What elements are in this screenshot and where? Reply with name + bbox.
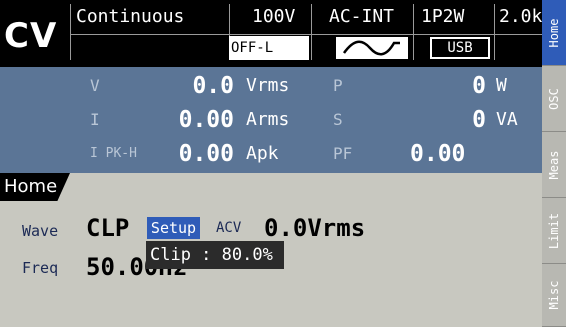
wave-value[interactable]: CLP — [86, 214, 129, 242]
home-content: Wave CLP Setup ACV 0.0Vrms Freq 50.00Hz … — [0, 201, 542, 327]
setup-button[interactable]: Setup — [147, 217, 200, 239]
tab-osc[interactable]: OSC — [542, 66, 566, 132]
tab-meas[interactable]: Meas — [542, 132, 566, 198]
current-label: I — [90, 110, 100, 129]
measurement-row: I PK-H 0.00 Apk PF 0.00 — [0, 137, 542, 171]
power-value: 0 — [472, 73, 486, 99]
wave-label: Wave — [22, 222, 59, 240]
operation-mode: CV — [4, 16, 58, 56]
power-factor-label: PF — [333, 144, 353, 163]
measurement-row: I 0.00 Arms S 0 VA — [0, 103, 542, 137]
page-title: Home — [0, 173, 70, 201]
tab-label: Limit — [547, 212, 561, 249]
current-unit: Arms — [246, 109, 290, 130]
divider — [413, 4, 414, 60]
frequency-range: 2.0k — [499, 6, 543, 27]
apparent-power-value: 0 — [472, 107, 486, 133]
tab-label: Misc — [547, 280, 561, 310]
clip-popup: Clip : 80.0% — [146, 241, 284, 269]
measurement-row: V 0.0 Vrms P 0 W — [0, 69, 542, 103]
voltage-value: 0.0 — [192, 73, 234, 99]
divider — [70, 4, 71, 60]
apparent-power-unit: VA — [496, 109, 518, 130]
voltage-range: 100V — [252, 6, 296, 27]
divider — [311, 4, 312, 60]
peak-current-label: I PK-H — [90, 146, 137, 161]
voltage-label: V — [90, 76, 100, 95]
output-state-badge: OFF-L — [229, 36, 309, 60]
acv-label: ACV — [216, 220, 242, 236]
function-mode: Continuous — [76, 6, 185, 27]
peak-current-value: 0.00 — [178, 141, 234, 167]
power-label: P — [333, 76, 343, 95]
tab-limit[interactable]: Limit — [542, 198, 566, 264]
frequency-label: Freq — [22, 259, 59, 277]
tab-label: Meas — [547, 150, 561, 179]
divider — [494, 4, 495, 60]
power-unit: W — [496, 75, 507, 96]
voltage-unit: Vrms — [246, 75, 290, 96]
status-bar: CV Continuous 100V AC-INT 1P2W 2.0k OFF-… — [0, 0, 542, 66]
home-header: Home — [0, 173, 542, 201]
power-factor-value: 0.00 — [410, 141, 466, 167]
tab-home[interactable]: Home — [542, 0, 566, 66]
apparent-power-label: S — [333, 110, 343, 129]
power-supply-screen: CV Continuous 100V AC-INT 1P2W 2.0k OFF-… — [0, 0, 566, 327]
phase-wire: 1P2W — [421, 6, 465, 27]
tab-misc[interactable]: Misc — [542, 264, 566, 327]
tab-label: OSC — [547, 87, 561, 110]
signal-source: AC-INT — [329, 6, 395, 27]
peak-current-unit: Apk — [246, 143, 279, 164]
interface-badge: USB — [430, 37, 490, 59]
divider — [70, 34, 542, 35]
sine-wave-icon — [336, 37, 408, 59]
tab-label: Home — [547, 18, 561, 47]
current-value: 0.00 — [178, 107, 234, 133]
side-tab-bar: Home OSC Meas Limit Misc — [542, 0, 566, 327]
acv-value[interactable]: 0.0Vrms — [264, 214, 365, 242]
measurement-panel: V 0.0 Vrms P 0 W I 0.00 Arms S 0 VA I PK… — [0, 67, 542, 173]
